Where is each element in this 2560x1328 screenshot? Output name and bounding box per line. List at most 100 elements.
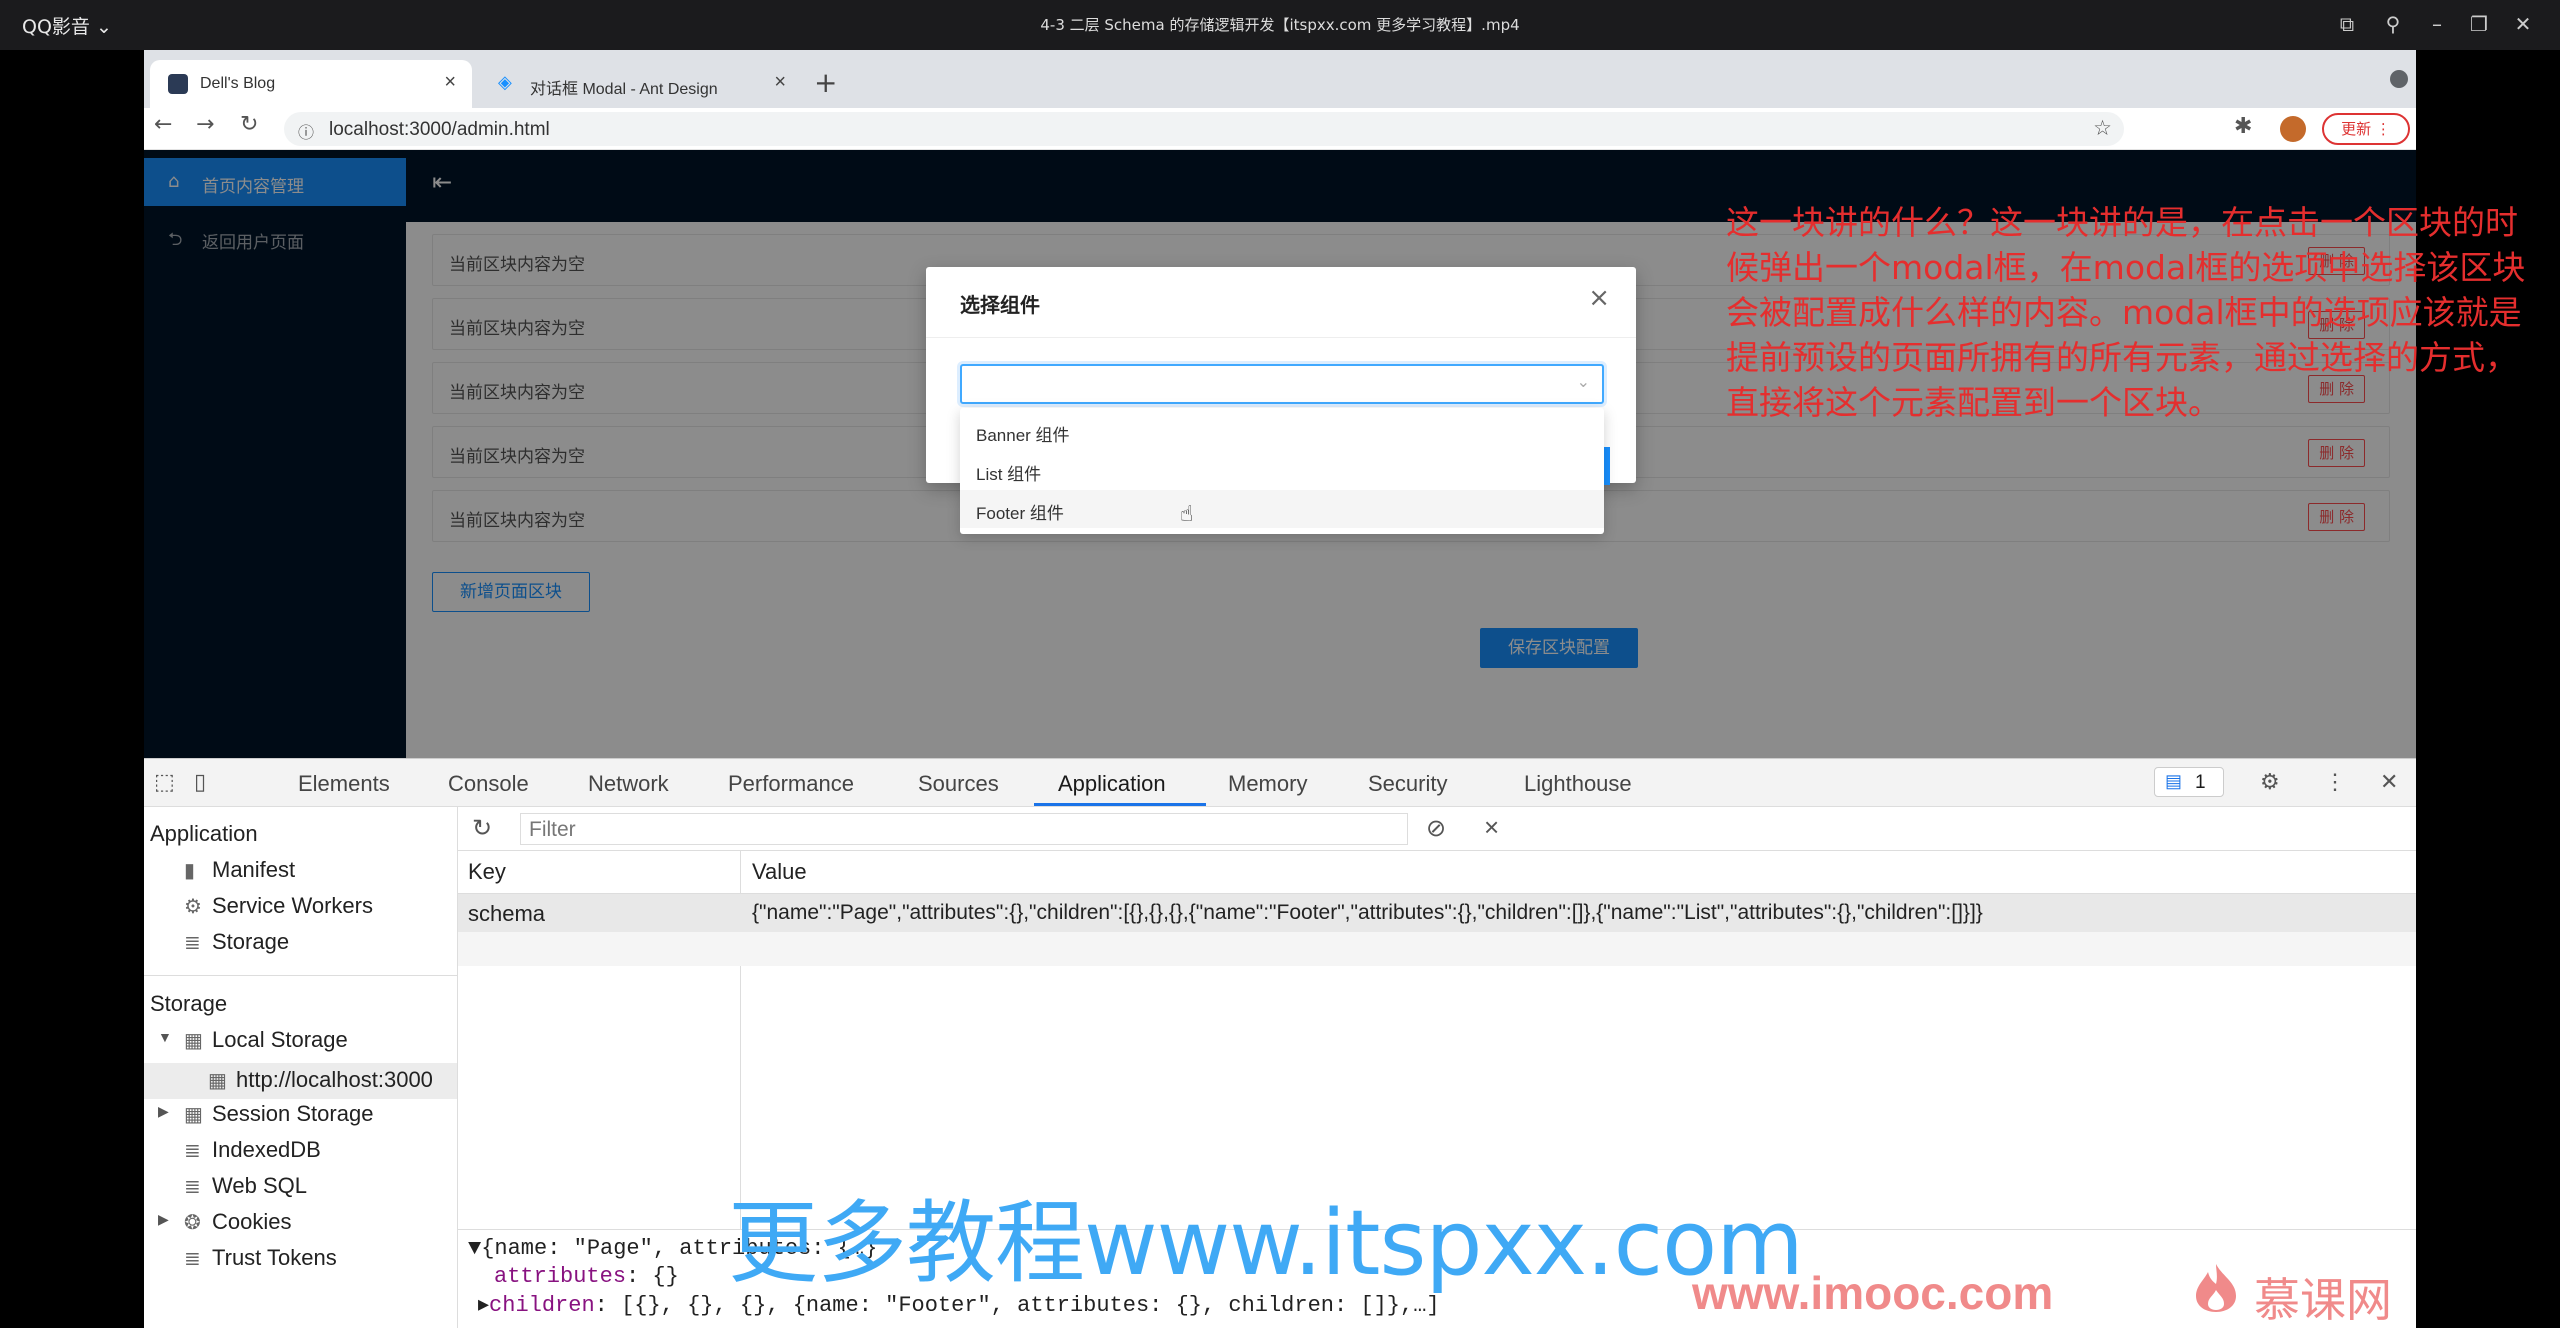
filter-toolbar: ↻ Filter ⊘ ×: [458, 807, 2416, 851]
sidebar-item-storage[interactable]: ≣ Storage: [184, 929, 289, 955]
refresh-icon[interactable]: ↻: [472, 814, 492, 843]
sidebar-item-web-sql[interactable]: ≣ Web SQL: [184, 1173, 307, 1199]
minimize-icon[interactable]: –: [2424, 11, 2450, 37]
chevron-down-icon: ⌄: [1576, 372, 1590, 391]
tab-elements[interactable]: Elements: [298, 771, 390, 797]
sidebar-item-label: Service Workers: [212, 893, 373, 918]
profile-avatar[interactable]: [2280, 116, 2306, 142]
expanded-arrow-icon[interactable]: ▼: [158, 1029, 172, 1045]
sidebar-item-label: IndexedDB: [212, 1137, 321, 1162]
video-title: 4-3 二层 Schema 的存储逻辑开发【itspxx.com 更多学习教程】…: [1040, 16, 1520, 34]
close-devtools-icon[interactable]: ✕: [2380, 769, 2398, 795]
clear-all-icon[interactable]: ⊘: [1426, 814, 1446, 843]
restore-icon[interactable]: ❐: [2466, 11, 2492, 37]
option-label: Banner 组件: [976, 426, 1070, 445]
hand-cursor-icon: ☝: [1180, 502, 1194, 527]
device-toolbar-icon[interactable]: ▯: [194, 769, 206, 795]
sidebar-item-trust-tokens[interactable]: ≣ Trust Tokens: [184, 1245, 337, 1271]
sidebar-item-label: Cookies: [212, 1209, 292, 1234]
key-column-header[interactable]: Key: [468, 859, 506, 885]
sidebar-item-session-storage[interactable]: ▶ ▦ Session Storage: [158, 1101, 374, 1127]
tab-dells-blog[interactable]: Dell's Blog ×: [150, 60, 472, 108]
watermark-mooc-brand: 慕课网: [2254, 1273, 2392, 1327]
database-icon: ≣: [184, 1140, 201, 1162]
tab-lighthouse[interactable]: Lighthouse: [1524, 771, 1632, 797]
sidebar-item-label: Trust Tokens: [212, 1245, 337, 1270]
tab-antd-modal[interactable]: ◈ 对话框 Modal - Ant Design ×: [480, 60, 802, 108]
option-banner[interactable]: Banner 组件: [960, 412, 1604, 450]
tab-performance[interactable]: Performance: [728, 771, 854, 797]
empty-table-row[interactable]: [458, 932, 2416, 966]
table-row[interactable]: schema {"name":"Page","attributes":{},"c…: [458, 894, 2416, 932]
delete-selected-icon[interactable]: ×: [1484, 812, 1499, 843]
preview-children-key: children: [489, 1293, 595, 1318]
sidebar-item-label: Session Storage: [212, 1101, 374, 1126]
database-icon: ≣: [184, 932, 201, 954]
pin-icon[interactable]: ⚲: [2380, 11, 2406, 37]
sidebar-item-label: Storage: [212, 929, 290, 954]
new-tab-icon[interactable]: +: [814, 66, 837, 99]
tab-search-icon[interactable]: [2390, 70, 2408, 88]
file-icon: ▮: [184, 860, 196, 882]
browser-toolbar: ← → ↻ ⓘ localhost:3000/admin.html ☆ ✱ 更新…: [144, 108, 2416, 150]
extensions-icon[interactable]: ✱: [2234, 114, 2252, 139]
issues-badge[interactable]: ▤ 1: [2154, 767, 2224, 797]
component-select[interactable]: ⌄: [960, 364, 1604, 404]
tab-security[interactable]: Security: [1368, 771, 1447, 797]
filter-placeholder: Filter: [529, 818, 576, 841]
blog-favicon-icon: [168, 74, 188, 94]
sidebar-item-service-workers[interactable]: ⚙ Service Workers: [184, 893, 373, 919]
inspect-element-icon[interactable]: ⬚: [154, 769, 175, 795]
sidebar-item-manifest[interactable]: ▮ Manifest: [184, 857, 295, 883]
close-icon[interactable]: ×: [1588, 283, 1610, 313]
url-text: localhost:3000/admin.html: [329, 119, 550, 140]
settings-gear-icon[interactable]: ⚙: [2260, 769, 2280, 795]
application-heading: Application: [150, 821, 258, 846]
tab-console[interactable]: Console: [448, 771, 529, 797]
option-label: List 组件: [976, 465, 1042, 484]
more-options-icon[interactable]: ⋮: [2324, 769, 2346, 795]
tab-memory[interactable]: Memory: [1228, 771, 1307, 797]
close-tab-icon[interactable]: ×: [774, 71, 786, 94]
close-tab-icon[interactable]: ×: [444, 71, 456, 94]
modal-title: 选择组件: [960, 293, 1040, 317]
sidebar-item-label: Local Storage: [212, 1027, 348, 1052]
select-dropdown: Banner 组件 List 组件 Footer 组件: [960, 408, 1604, 534]
watermark-imooc: www.imooc.com: [1692, 1267, 2054, 1319]
address-bar[interactable]: ⓘ localhost:3000/admin.html ☆: [284, 112, 2124, 146]
forward-icon[interactable]: →: [196, 112, 214, 137]
sidebar-item-local-storage[interactable]: ▼ ▦ Local Storage: [158, 1027, 348, 1053]
screenshot-icon[interactable]: ⧉: [2334, 11, 2360, 37]
update-button[interactable]: 更新 ⋮: [2322, 113, 2410, 145]
reload-icon[interactable]: ↻: [240, 112, 258, 137]
collapsed-arrow-icon[interactable]: ▶: [158, 1211, 169, 1228]
row-key: schema: [468, 901, 546, 926]
watermark-itspxx: 更多教程www.itspxx.com: [728, 1191, 1804, 1296]
sidebar-item-label: Web SQL: [212, 1173, 307, 1198]
tab-application[interactable]: Application: [1058, 771, 1166, 797]
collapsed-arrow-icon[interactable]: ▶: [158, 1103, 169, 1120]
value-column-header[interactable]: Value: [752, 859, 807, 885]
tab-network[interactable]: Network: [588, 771, 669, 797]
preview-attributes-key: attributes: [494, 1264, 627, 1289]
sidebar-item-indexeddb[interactable]: ≣ IndexedDB: [184, 1137, 321, 1163]
row-value: {"name":"Page","attributes":{},"children…: [752, 901, 1983, 924]
filter-input[interactable]: Filter: [520, 813, 1408, 845]
application-sidebar: Application ▮ Manifest ⚙ Service Workers ≣…: [144, 807, 458, 1328]
site-info-icon[interactable]: ⓘ: [298, 119, 314, 143]
sidebar-item-cookies[interactable]: ▶ ❂ Cookies: [158, 1209, 292, 1235]
player-title-bar: QQ影音 ⌄ 4-3 二层 Schema 的存储逻辑开发【itspxx.com …: [0, 0, 2560, 50]
bookmark-star-icon[interactable]: ☆: [2093, 116, 2112, 140]
option-footer[interactable]: Footer 组件: [960, 490, 1604, 528]
issues-count: 1: [2195, 772, 2206, 793]
message-icon: ▤: [2165, 771, 2183, 791]
back-icon[interactable]: ←: [154, 112, 172, 137]
tab-label: Dell's Blog: [200, 75, 276, 92]
sidebar-item-localhost-origin[interactable]: ▦ http://localhost:3000: [208, 1067, 433, 1093]
close-window-icon[interactable]: ✕: [2510, 11, 2536, 37]
tab-sources[interactable]: Sources: [918, 771, 999, 797]
tab-strip: Dell's Blog × ◈ 对话框 Modal - Ant Design ×…: [144, 50, 2416, 108]
sidebar-item-label: Manifest: [212, 857, 296, 882]
option-list[interactable]: List 组件: [960, 451, 1604, 489]
sidebar-divider: [144, 975, 457, 976]
